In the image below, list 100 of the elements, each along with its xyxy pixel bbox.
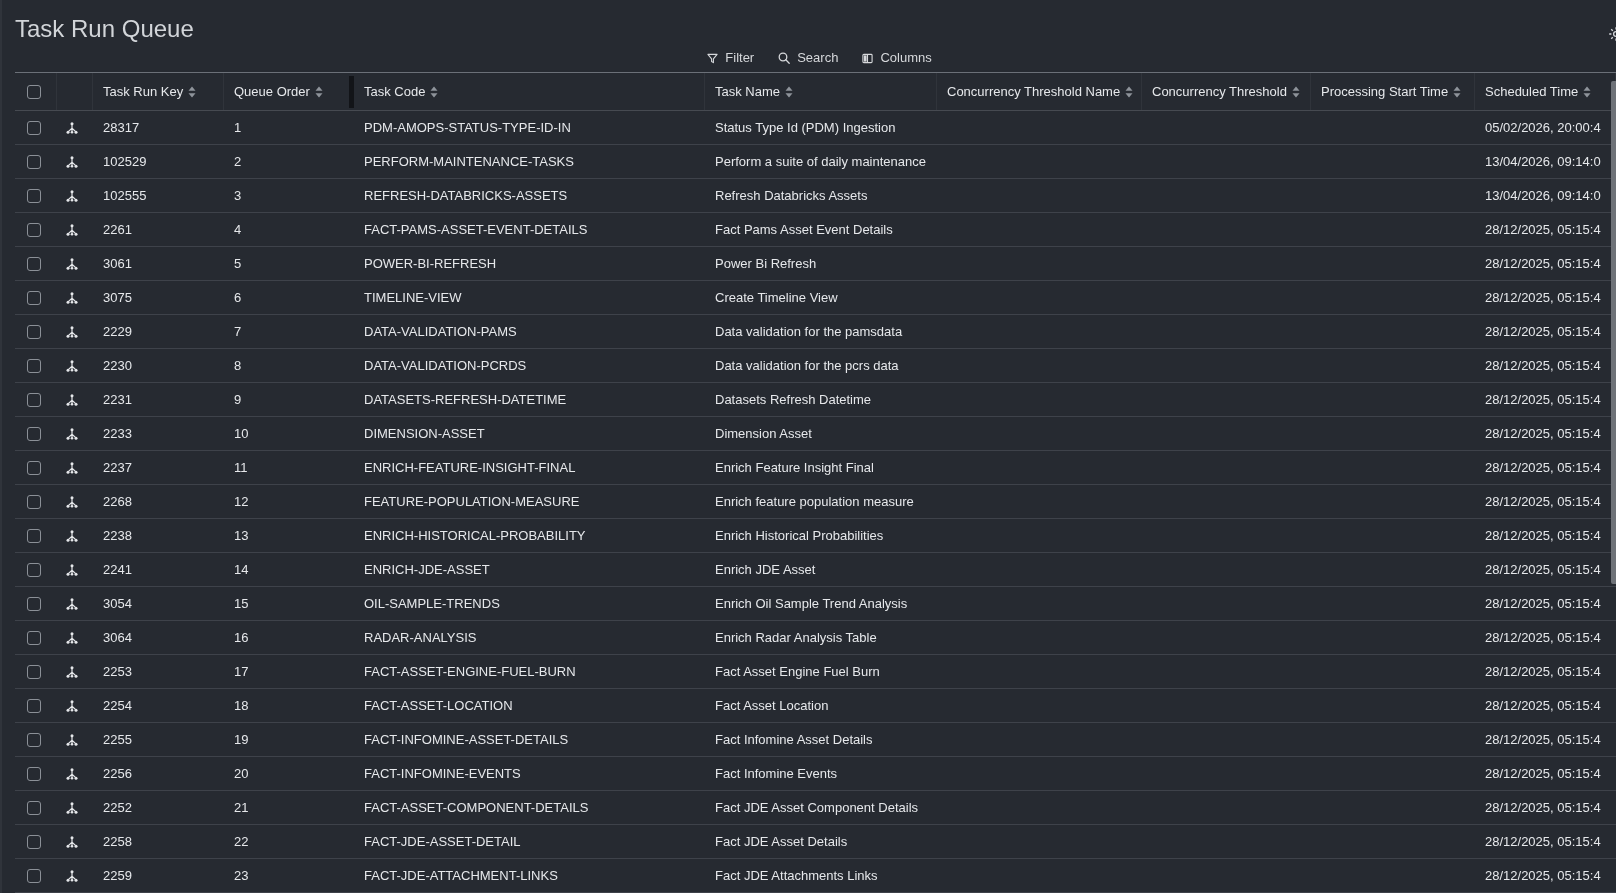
hierarchy-icon[interactable] bbox=[66, 495, 78, 508]
table-cell-text: 2 bbox=[234, 152, 242, 171]
table-cell-text: Perform a suite of daily maintenance bbox=[715, 152, 926, 171]
hierarchy-icon[interactable] bbox=[66, 223, 78, 236]
table-cell-text: 21 bbox=[234, 798, 249, 817]
table-cell-text: 9 bbox=[234, 390, 242, 409]
hierarchy-icon[interactable] bbox=[66, 529, 78, 542]
checkbox[interactable] bbox=[27, 324, 41, 339]
hierarchy-icon[interactable] bbox=[66, 563, 78, 576]
table-cell-text: 102529 bbox=[103, 152, 147, 171]
column-header[interactable]: Concurrency Threshold bbox=[1152, 81, 1287, 102]
table-cell-text: 28/12/2025, 05:15:4 bbox=[1485, 424, 1601, 443]
hierarchy-icon[interactable] bbox=[66, 699, 78, 712]
hierarchy-icon[interactable] bbox=[66, 393, 78, 406]
table-cell-text: 28317 bbox=[103, 118, 140, 137]
sort-icon[interactable] bbox=[1453, 85, 1462, 98]
checkbox[interactable] bbox=[27, 154, 41, 169]
checkbox[interactable] bbox=[27, 84, 41, 99]
checkbox[interactable] bbox=[27, 188, 41, 203]
sort-icon[interactable] bbox=[1125, 85, 1134, 98]
table-cell-text: 28/12/2025, 05:15:4 bbox=[1485, 526, 1601, 545]
hierarchy-icon[interactable] bbox=[66, 733, 78, 746]
column-resize-handle[interactable] bbox=[349, 75, 354, 108]
checkbox[interactable] bbox=[27, 766, 41, 781]
column-header[interactable]: Queue Order bbox=[234, 81, 310, 102]
column-header[interactable]: Concurrency Threshold Name bbox=[947, 81, 1121, 102]
sort-icon[interactable] bbox=[1291, 85, 1300, 98]
column-header[interactable]: Scheduled Time bbox=[1485, 81, 1579, 102]
column-header[interactable]: Task Code bbox=[364, 81, 426, 102]
table-cell-text: Fact Infomine Events bbox=[715, 764, 838, 783]
table-cell-text: 28/12/2025, 05:15:4 bbox=[1485, 662, 1601, 681]
table-cell-text: REFRESH-DATABRICKS-ASSETS bbox=[364, 186, 568, 205]
checkbox[interactable] bbox=[27, 222, 41, 237]
checkbox[interactable] bbox=[27, 392, 41, 407]
toolbar-button[interactable]: Filter bbox=[697, 44, 765, 72]
hierarchy-icon[interactable] bbox=[66, 121, 78, 134]
toolbar-button[interactable]: Search bbox=[768, 44, 849, 72]
checkbox[interactable] bbox=[27, 256, 41, 271]
hierarchy-icon[interactable] bbox=[66, 155, 78, 168]
sort-icon[interactable] bbox=[188, 85, 197, 98]
table-cell-text: FACT-ASSET-ENGINE-FUEL-BURN bbox=[364, 662, 576, 681]
table-cell-text: 28/12/2025, 05:15:4 bbox=[1485, 322, 1601, 341]
table-cell-text: 23 bbox=[234, 866, 249, 885]
table-cell-text: Data validation for the pcrs data bbox=[715, 356, 899, 375]
hierarchy-icon[interactable] bbox=[66, 631, 78, 644]
hierarchy-icon[interactable] bbox=[66, 665, 78, 678]
table-cell-text: 28/12/2025, 05:15:4 bbox=[1485, 730, 1601, 749]
checkbox[interactable] bbox=[27, 120, 41, 135]
hierarchy-icon[interactable] bbox=[66, 869, 78, 882]
table-cell-text: Dimension Asset bbox=[715, 424, 812, 443]
table-cell-text: 2259 bbox=[103, 866, 132, 885]
sort-icon[interactable] bbox=[430, 85, 439, 98]
checkbox[interactable] bbox=[27, 698, 41, 713]
hierarchy-icon[interactable] bbox=[66, 189, 78, 202]
checkbox[interactable] bbox=[27, 494, 41, 509]
column-header[interactable]: Processing Start Time bbox=[1321, 81, 1449, 102]
table-cell-text: ENRICH-JDE-ASSET bbox=[364, 560, 490, 579]
checkbox[interactable] bbox=[27, 460, 41, 475]
hierarchy-icon[interactable] bbox=[66, 767, 78, 780]
checkbox[interactable] bbox=[27, 664, 41, 679]
checkbox[interactable] bbox=[27, 630, 41, 645]
table-cell-text: 28/12/2025, 05:15:4 bbox=[1485, 798, 1601, 817]
table-cell-text: 13/04/2026, 09:14:0 bbox=[1485, 186, 1601, 205]
column-header[interactable]: Task Name bbox=[715, 81, 781, 102]
table-cell-text: 3075 bbox=[103, 288, 132, 307]
column-header[interactable]: Task Run Key bbox=[103, 81, 184, 102]
checkbox[interactable] bbox=[27, 358, 41, 373]
toolbar-button[interactable]: Columns bbox=[852, 44, 942, 72]
hierarchy-icon[interactable] bbox=[66, 257, 78, 270]
table-cell-text: DATA-VALIDATION-PAMS bbox=[364, 322, 517, 341]
table-cell-text: ENRICH-HISTORICAL-PROBABILITY bbox=[364, 526, 586, 545]
hierarchy-icon[interactable] bbox=[66, 427, 78, 440]
hierarchy-icon[interactable] bbox=[66, 597, 78, 610]
checkbox[interactable] bbox=[27, 732, 41, 747]
sort-icon[interactable] bbox=[785, 85, 794, 98]
sort-icon[interactable] bbox=[314, 85, 323, 98]
checkbox[interactable] bbox=[27, 290, 41, 305]
checkbox[interactable] bbox=[27, 596, 41, 611]
table-cell-text: 2254 bbox=[103, 696, 132, 715]
scrollbar-thumb[interactable] bbox=[1611, 81, 1616, 584]
hierarchy-icon[interactable] bbox=[66, 835, 78, 848]
hierarchy-icon[interactable] bbox=[66, 291, 78, 304]
hierarchy-icon[interactable] bbox=[66, 461, 78, 474]
hierarchy-icon[interactable] bbox=[66, 801, 78, 814]
checkbox[interactable] bbox=[27, 800, 41, 815]
checkbox[interactable] bbox=[27, 426, 41, 441]
table-cell-text: 2229 bbox=[103, 322, 132, 341]
table-cell-text: 2268 bbox=[103, 492, 132, 511]
hierarchy-icon[interactable] bbox=[66, 359, 78, 372]
checkbox[interactable] bbox=[27, 834, 41, 849]
checkbox[interactable] bbox=[27, 562, 41, 577]
sort-icon[interactable] bbox=[1583, 85, 1592, 98]
columns-icon bbox=[862, 52, 874, 64]
hierarchy-icon[interactable] bbox=[66, 325, 78, 338]
checkbox[interactable] bbox=[27, 528, 41, 543]
table-cell-text: 2255 bbox=[103, 730, 132, 749]
checkbox[interactable] bbox=[27, 868, 41, 883]
table-cell-text: Power Bi Refresh bbox=[715, 254, 817, 273]
table-cell-text: Fact Asset Location bbox=[715, 696, 829, 715]
table-cell-text: 28/12/2025, 05:15:4 bbox=[1485, 390, 1601, 409]
